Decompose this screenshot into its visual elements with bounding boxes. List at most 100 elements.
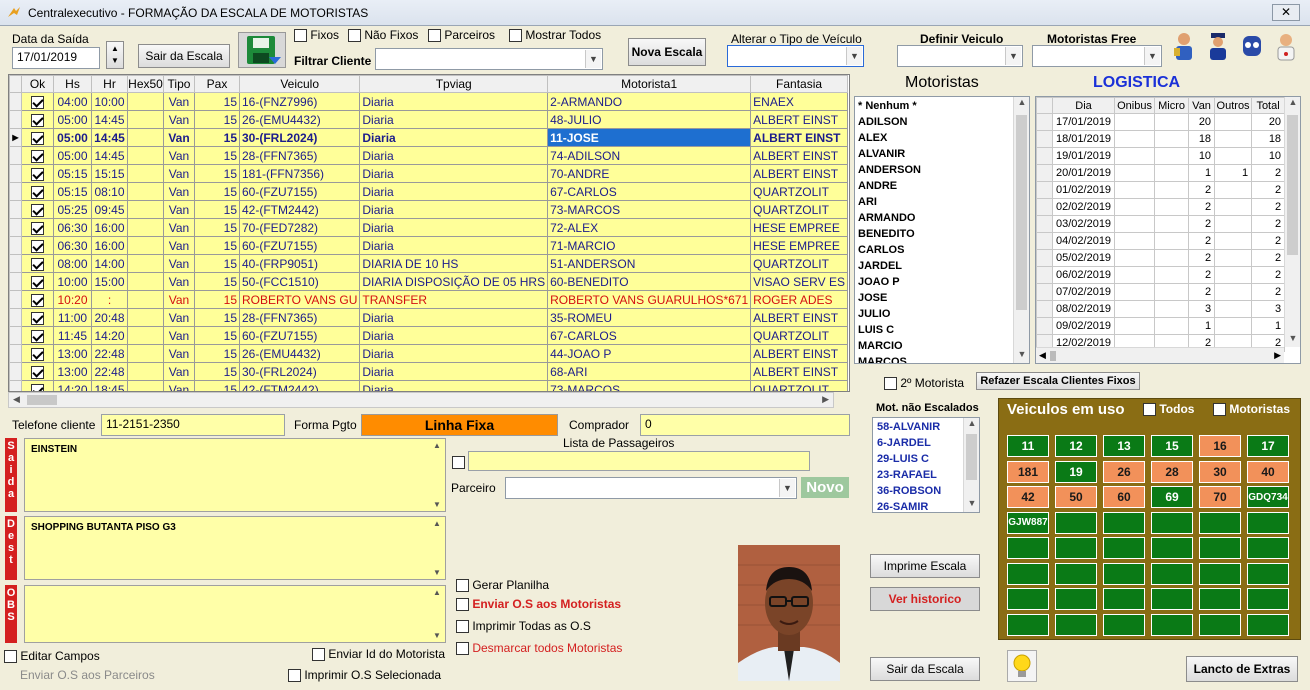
veiculo-cell[interactable]: 60-(FZU7155) (238, 182, 361, 201)
motoristas-scrollbar[interactable]: ▲ ▼ (1013, 97, 1029, 363)
ok-cell[interactable] (21, 200, 54, 219)
parceiros-checkbox[interactable] (428, 29, 441, 43)
scroll-up-icon[interactable]: ▲ (964, 418, 979, 432)
veiculo-cell[interactable] (1151, 537, 1193, 559)
hs-cell[interactable]: 05:15 (53, 182, 92, 201)
hr-cell[interactable]: 14:20 (91, 326, 128, 345)
hex50-cell[interactable] (127, 290, 164, 309)
mostrar-todos-checkbox[interactable] (509, 29, 522, 43)
veiculo-cell[interactable] (1103, 511, 1145, 534)
ok-checkbox[interactable] (31, 329, 44, 343)
motorista-cell[interactable]: ROBERTO VANS GUARULHOS*671 (547, 290, 752, 309)
nova-escala-button[interactable]: Nova Escala (628, 38, 706, 66)
ok-checkbox[interactable] (31, 347, 44, 361)
veiculo-cell[interactable] (1199, 537, 1241, 559)
motorista-list-item[interactable]: ALEX (855, 130, 1029, 146)
veiculo-cell[interactable]: 42 (1007, 486, 1049, 508)
logistica-row[interactable]: 07/02/2019 2 2 (1036, 283, 1286, 301)
mne-scrollbar[interactable]: ▲ ▼ (963, 418, 979, 512)
veiculo-cell[interactable]: 17 (1247, 435, 1289, 457)
veiculo-cell[interactable]: 60 (1103, 486, 1145, 508)
motorista-cell[interactable]: 11-JOSE (547, 128, 752, 147)
motorista-list-item[interactable]: ARMANDO (855, 210, 1029, 226)
row-header[interactable] (1036, 198, 1053, 216)
data-saida-field[interactable]: 17/01/2019 (12, 47, 100, 69)
logistica-row[interactable]: 19/01/2019 10 10 (1036, 147, 1286, 165)
row-header[interactable] (9, 308, 22, 327)
ok-checkbox[interactable] (31, 149, 44, 163)
hs-cell[interactable]: 04:00 (53, 92, 92, 111)
tipo-cell[interactable]: Van (163, 218, 195, 237)
logistica-scrollbar[interactable]: ▲ ▼ (1284, 97, 1300, 347)
hs-cell[interactable]: 05:15 (53, 164, 92, 183)
comprador-field[interactable]: 0 (640, 414, 850, 436)
ok-cell[interactable] (21, 380, 54, 391)
ok-cell[interactable] (21, 92, 54, 111)
veiculo-cell[interactable] (1151, 588, 1193, 610)
table-row[interactable]: 06:30 16:00 Van 15 60-(FZU7155) Diaria 71-MARC… (9, 236, 848, 255)
hr-cell[interactable]: 16:00 (91, 218, 128, 237)
hex50-cell[interactable] (127, 200, 164, 219)
veiculo-cell[interactable] (1007, 613, 1049, 636)
fantasia-cell[interactable]: QUARTZOLIT (750, 254, 848, 273)
logistica-row[interactable]: 04/02/2019 2 2 (1036, 232, 1286, 250)
veiculo-cell[interactable]: 42-(FTM2442) (238, 380, 361, 391)
tipo-cell[interactable]: Van (163, 110, 195, 129)
motorista-list-item[interactable]: * Nenhum * (855, 98, 1029, 114)
ok-cell[interactable] (21, 272, 54, 291)
column-header[interactable]: Hr (91, 75, 128, 93)
column-header[interactable]: Hex50 (127, 75, 164, 93)
motorista-cell[interactable]: 35-ROMEU (547, 308, 752, 327)
row-header[interactable] (9, 326, 22, 345)
veiculo-cell[interactable] (1199, 588, 1241, 610)
alterar-tipo-select[interactable]: ▼ (727, 45, 864, 67)
fantasia-cell[interactable]: ROGER ADES (750, 290, 848, 309)
hr-cell[interactable]: : (91, 290, 128, 309)
fixos-checkbox[interactable] (294, 29, 307, 43)
saida-textarea[interactable]: EINSTEIN ▲ ▼ (24, 438, 446, 512)
motorista-list-item[interactable]: ADILSON (855, 114, 1029, 130)
veiculo-cell[interactable] (1151, 613, 1193, 636)
refazer-escala-button[interactable]: Refazer Escala Clientes Fixos (976, 372, 1140, 390)
enviar-os-motoristas-checkbox[interactable] (456, 598, 469, 612)
veiculo-cell[interactable] (1247, 511, 1289, 534)
ok-checkbox[interactable] (31, 131, 44, 145)
motorista-cell[interactable]: 73-MARCOS (547, 200, 752, 219)
logistica-row[interactable]: 01/02/2019 2 2 (1036, 181, 1286, 199)
hs-cell[interactable]: 10:20 (53, 290, 92, 309)
motorista-cell[interactable]: 72-ALEX (547, 218, 752, 237)
lightbulb-icon[interactable] (1007, 650, 1037, 682)
fantasia-cell[interactable]: HESE EMPREE (750, 218, 848, 237)
veiculo-cell[interactable]: ROBERTO VANS GU (238, 290, 361, 309)
motorista-list-item[interactable]: ANDRE (855, 178, 1029, 194)
hs-cell[interactable]: 13:00 (53, 362, 92, 381)
veiculo-cell[interactable]: 16 (1199, 435, 1241, 457)
fantasia-cell[interactable]: ALBERT EINST (750, 362, 848, 381)
veiculos-motoristas-checkbox[interactable] (1213, 403, 1226, 417)
row-header[interactable] (9, 272, 22, 291)
ok-cell[interactable] (21, 290, 54, 309)
hr-cell[interactable]: 20:48 (91, 308, 128, 327)
veiculo-cell[interactable]: 30-(FRL2024) (238, 128, 361, 147)
hex50-cell[interactable] (127, 146, 164, 165)
ok-cell[interactable] (21, 308, 54, 327)
veiculo-cell[interactable]: 26-(EMU4432) (238, 344, 361, 363)
hs-cell[interactable]: 05:00 (53, 110, 92, 129)
veiculo-cell[interactable]: GJW887 (1007, 511, 1049, 534)
motorista-cell[interactable]: 67-CARLOS (547, 326, 752, 345)
ok-cell[interactable] (21, 218, 54, 237)
row-header[interactable] (9, 164, 22, 183)
tipo-cell[interactable]: Van (163, 92, 195, 111)
scroll-thumb[interactable] (1016, 115, 1027, 310)
tpviag-cell[interactable]: Diaria (359, 182, 549, 201)
hr-cell[interactable]: 14:45 (91, 128, 128, 147)
ok-cell[interactable] (21, 146, 54, 165)
ok-checkbox[interactable] (31, 203, 44, 217)
logistica-row[interactable]: 20/01/2019 1 1 2 (1036, 164, 1286, 182)
fantasia-cell[interactable]: ALBERT EINST (750, 110, 848, 129)
hr-cell[interactable]: 08:10 (91, 182, 128, 201)
table-row[interactable]: 10:20: Van 15 ROBERTO VANS GU TRANSFER ROBERT… (9, 290, 848, 309)
ok-cell[interactable] (21, 110, 54, 129)
row-header[interactable] (1036, 249, 1053, 267)
motorista-cell[interactable]: 2-ARMANDO (547, 92, 752, 111)
